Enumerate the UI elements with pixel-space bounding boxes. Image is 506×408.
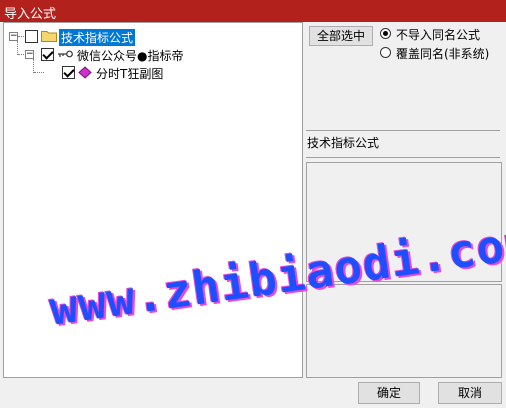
select-all-button[interactable]: 全部选中 (309, 26, 373, 46)
radio-overwrite-button[interactable] (380, 47, 391, 58)
tree-leaf-label[interactable]: 分时T狂副图 (96, 65, 163, 82)
radio-skip-label: 不导入同名公式 (396, 28, 481, 42)
folder-icon (41, 31, 57, 42)
root-checkbox[interactable] (25, 30, 38, 43)
formula-tree[interactable]: − 技术指标公式 − 微信公众号●指标帝 分时T狂副图 (3, 22, 303, 378)
ok-button[interactable]: 确定 (358, 382, 420, 404)
key-icon (58, 50, 73, 58)
tree-child-label[interactable]: 微信公众号●指标帝 (77, 47, 183, 64)
tree-node-child[interactable]: − 微信公众号●指标帝 (4, 46, 300, 64)
params-panel (306, 284, 502, 378)
child-checkbox[interactable] (41, 48, 54, 61)
collapse-icon[interactable]: − (9, 32, 18, 41)
tree-root-label[interactable]: 技术指标公式 (59, 29, 136, 46)
collapse-icon[interactable]: − (25, 50, 34, 59)
tree-node-root[interactable]: − 技术指标公式 (4, 28, 300, 46)
window-title: 导入公式 (4, 7, 57, 22)
category-panel: 技术指标公式 (306, 130, 500, 158)
title-bar[interactable]: 导入公式 (0, 0, 506, 22)
radio-skip-button[interactable] (380, 28, 391, 39)
formula-icon (78, 66, 92, 79)
leaf-checkbox[interactable] (62, 66, 75, 79)
tree-node-leaf[interactable]: 分时T狂副图 (4, 64, 300, 82)
radio-overwrite-label: 覆盖同名(非系统) (396, 47, 490, 61)
radio-overwrite-duplicates[interactable]: 覆盖同名(非系统) (380, 45, 504, 61)
cancel-button[interactable]: 取消 (438, 382, 502, 404)
category-label: 技术指标公式 (307, 136, 380, 150)
radio-skip-duplicates[interactable]: 不导入同名公式 (380, 26, 504, 42)
